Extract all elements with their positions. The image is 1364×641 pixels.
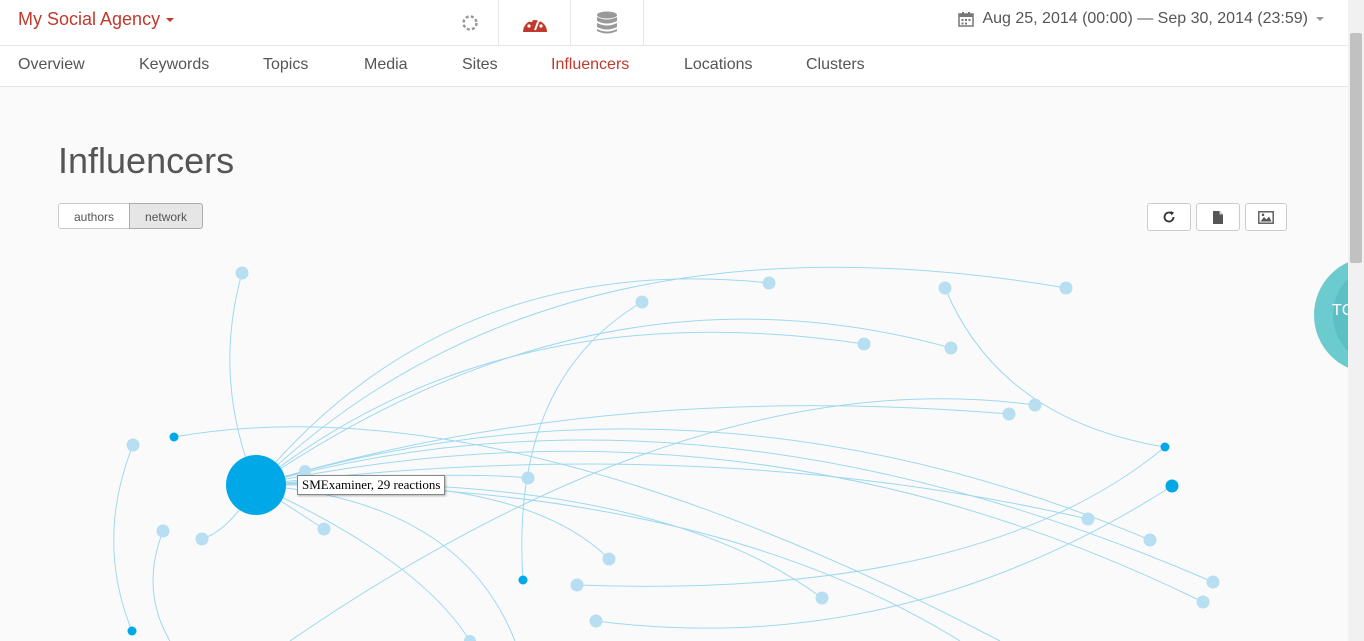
caret-down-icon (1316, 17, 1324, 21)
scrollbar-thumb[interactable] (1350, 33, 1362, 263)
database-icon (597, 11, 617, 33)
cluster-node-partial[interactable]: TC (1314, 257, 1348, 373)
tab-topics[interactable]: Topics (263, 56, 308, 74)
network-node[interactable] (944, 341, 958, 355)
influencer-network-graph[interactable]: TC (0, 240, 1348, 641)
section-nav: Overview Keywords Topics Media Sites Inf… (0, 46, 1348, 87)
network-node[interactable] (521, 471, 535, 485)
network-node[interactable] (815, 591, 829, 605)
network-node[interactable] (317, 522, 331, 536)
network-node[interactable] (1059, 281, 1073, 295)
network-node[interactable] (235, 266, 249, 280)
network-node[interactable] (464, 635, 476, 641)
document-icon (1213, 210, 1223, 224)
network-node[interactable] (1206, 575, 1220, 589)
database-button[interactable] (570, 0, 644, 45)
network-node[interactable] (195, 532, 209, 546)
top-header: My Social Agency Aug 25, 2014 (00:00) — … (0, 0, 1348, 46)
network-node[interactable] (570, 578, 584, 592)
export-image-button[interactable] (1245, 203, 1287, 231)
export-document-button[interactable] (1196, 203, 1240, 231)
image-icon (1258, 210, 1274, 224)
dashboard-button[interactable] (498, 0, 571, 45)
tab-media[interactable]: Media (364, 56, 408, 74)
network-node[interactable] (126, 438, 140, 452)
network-view-button[interactable]: network (129, 203, 204, 229)
network-node[interactable] (857, 337, 871, 351)
date-range-label: Aug 25, 2014 (00:00) — Sep 30, 2014 (23:… (982, 10, 1308, 27)
network-node[interactable] (156, 524, 170, 538)
tab-keywords[interactable]: Keywords (139, 56, 209, 74)
tab-overview[interactable]: Overview (18, 56, 85, 74)
brand-dropdown[interactable]: My Social Agency (18, 9, 175, 30)
network-node[interactable] (1143, 533, 1157, 547)
network-node[interactable] (169, 432, 179, 442)
network-node[interactable] (1028, 398, 1042, 412)
network-node[interactable] (1002, 407, 1016, 421)
network-node[interactable] (127, 626, 137, 636)
page-title: Influencers (58, 140, 235, 181)
tab-influencers[interactable]: Influencers (551, 56, 629, 74)
tab-sites[interactable]: Sites (462, 56, 498, 74)
network-node[interactable] (1081, 512, 1095, 526)
view-toggle: authors network (58, 203, 204, 229)
network-node[interactable] (518, 575, 528, 585)
refresh-button[interactable] (1147, 203, 1191, 231)
tab-clusters[interactable]: Clusters (806, 56, 865, 74)
tab-locations[interactable]: Locations (684, 56, 753, 74)
dashboard-gauge-icon (523, 16, 547, 32)
network-node[interactable] (589, 614, 603, 628)
authors-view-button[interactable]: authors (58, 203, 131, 229)
network-node[interactable] (938, 281, 952, 295)
network-node[interactable] (762, 276, 776, 290)
network-node[interactable] (1196, 595, 1210, 609)
loading-spinner-icon (462, 14, 478, 31)
node-tooltip: SMExaminer, 29 reactions (297, 475, 446, 495)
network-node-smexaminer[interactable] (226, 455, 286, 515)
calendar-icon (958, 12, 975, 27)
brand-label: My Social Agency (18, 9, 161, 29)
network-node[interactable] (635, 295, 649, 309)
network-node[interactable] (1165, 479, 1179, 493)
caret-down-icon (166, 18, 175, 23)
cluster-label: TC (1332, 302, 1348, 319)
refresh-status-button[interactable] (443, 0, 497, 45)
network-edges (113, 266, 1214, 641)
network-node[interactable] (602, 552, 616, 566)
network-node[interactable] (1160, 442, 1170, 452)
date-range-picker[interactable]: Aug 25, 2014 (00:00) — Sep 30, 2014 (23:… (958, 10, 1324, 28)
refresh-icon (1163, 211, 1175, 223)
